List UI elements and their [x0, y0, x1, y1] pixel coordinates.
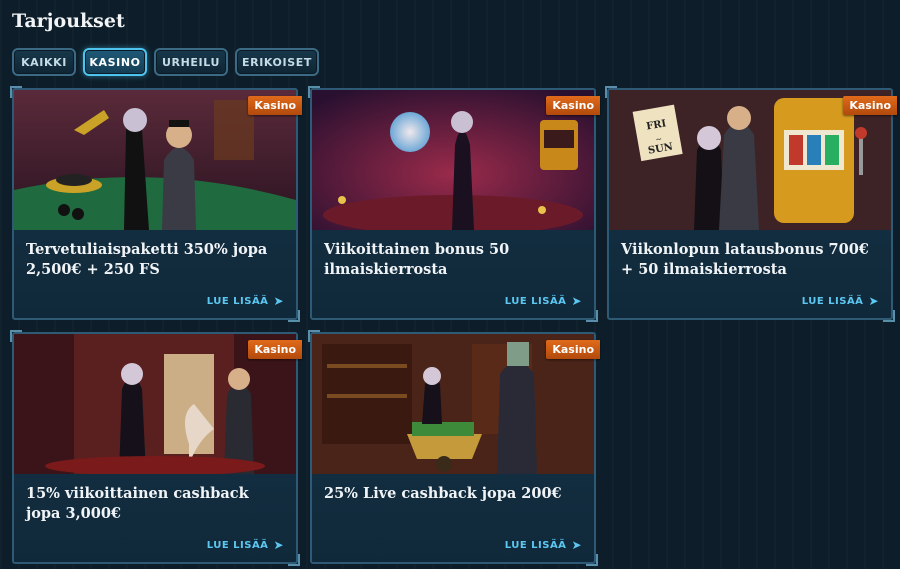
- promo-title: Viikoittainen bonus 50 ilmaiskierrosta: [324, 241, 510, 278]
- promo-card-weekly-bonus[interactable]: Kasino Viikoittainen bonus 50 ilmaiskier…: [308, 86, 600, 322]
- chevron-right-icon: ➤: [273, 294, 284, 308]
- category-badge: Kasino: [546, 96, 600, 115]
- read-more-link[interactable]: LUE LISÄÄ ➤: [207, 294, 284, 308]
- read-more-link[interactable]: LUE LISÄÄ ➤: [207, 538, 284, 552]
- promo-card-weekend-reload[interactable]: FRI ~ SUN Kasino Viikonlopun latausbonus…: [605, 86, 897, 322]
- category-badge: Kasino: [546, 340, 600, 359]
- promo-card-weekly-cashback[interactable]: Kasino 15% viikoittainen cashback jopa 3…: [10, 330, 302, 566]
- promo-card-live-cashback[interactable]: Kasino 25% Live cashback jopa 200€ LUE L…: [308, 330, 600, 566]
- category-tabs: KAIKKI KASINO URHEILU ERIKOISET: [12, 48, 319, 76]
- category-badge: Kasino: [248, 96, 302, 115]
- promo-title: 25% Live cashback jopa 200€: [324, 485, 562, 502]
- tab-erikoiset[interactable]: ERIKOISET: [235, 48, 319, 76]
- chevron-right-icon: ➤: [273, 538, 284, 552]
- promo-title: Tervetuliaispaketti 350% jopa 2,500€ + 2…: [26, 241, 268, 278]
- tab-kaikki[interactable]: KAIKKI: [12, 48, 76, 76]
- read-more-link[interactable]: LUE LISÄÄ ➤: [505, 294, 582, 308]
- chevron-right-icon: ➤: [571, 294, 582, 308]
- read-more-link[interactable]: LUE LISÄÄ ➤: [802, 294, 879, 308]
- chevron-right-icon: ➤: [868, 294, 879, 308]
- tab-urheilu[interactable]: URHEILU: [154, 48, 228, 76]
- read-more-link[interactable]: LUE LISÄÄ ➤: [505, 538, 582, 552]
- promo-card-welcome[interactable]: Kasino Tervetuliaispaketti 350% jopa 2,5…: [10, 86, 302, 322]
- chevron-right-icon: ➤: [571, 538, 582, 552]
- promo-title: Viikonlopun latausbonus 700€ + 50 ilmais…: [621, 241, 869, 278]
- tab-kasino[interactable]: KASINO: [83, 48, 147, 76]
- promo-title: 15% viikoittainen cashback jopa 3,000€: [26, 485, 249, 522]
- category-badge: Kasino: [248, 340, 302, 359]
- page-title: Tarjoukset: [12, 10, 125, 32]
- category-badge: Kasino: [843, 96, 897, 115]
